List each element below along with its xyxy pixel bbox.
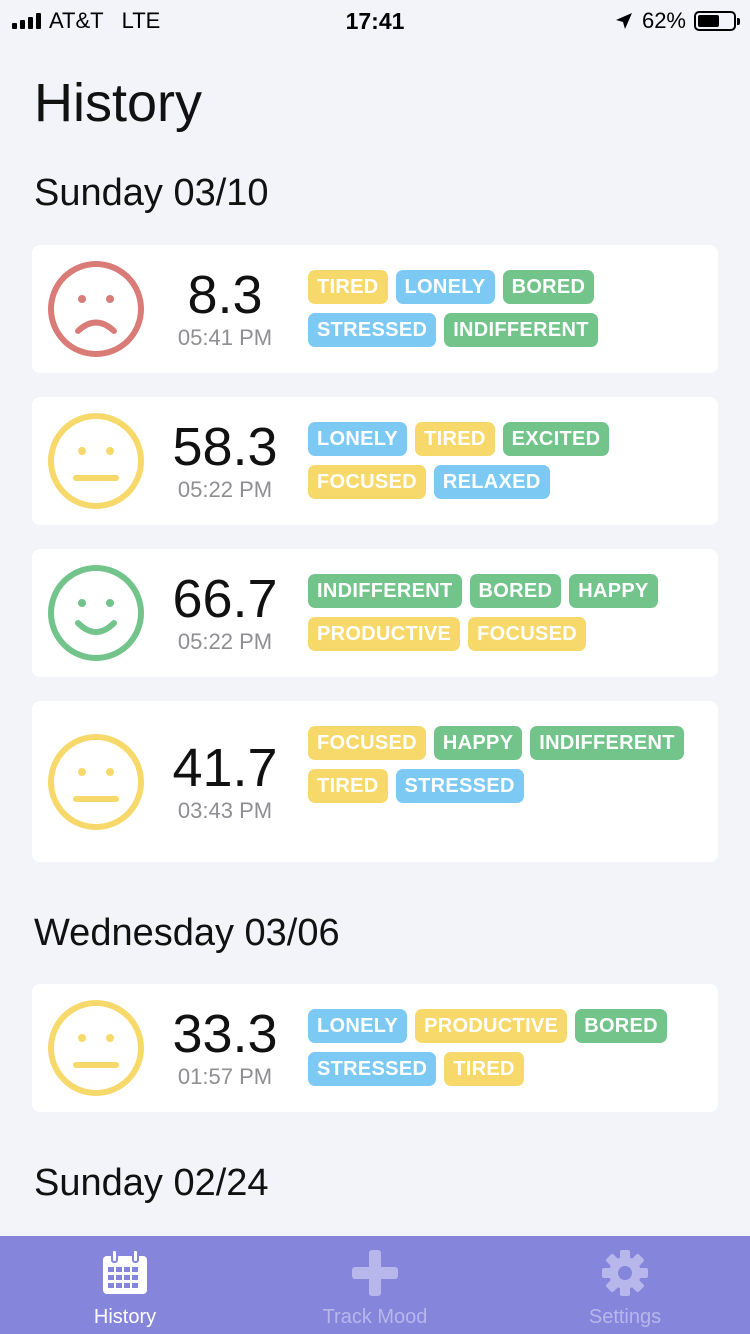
- mood-tags: FOCUSED HAPPY INDIFFERENT TIRED STRESSED: [308, 726, 708, 803]
- mood-face: [46, 411, 146, 511]
- neutral-face-icon: [48, 413, 144, 509]
- mood-tag: LONELY: [395, 270, 495, 304]
- calendar-icon: [103, 1249, 147, 1294]
- tab-track-mood-label: Track Mood: [322, 1306, 428, 1328]
- mood-tag: FOCUSED: [468, 617, 587, 651]
- mood-entry-card[interactable]: 58.3 05:22 PM LONELY TIRED EXCITED FOCUSED REL…: [32, 397, 718, 525]
- mood-score-value: 58.3: [172, 417, 278, 477]
- mood-tag: LONELY: [308, 1009, 408, 1043]
- mood-tag: INDIFFERENT: [308, 574, 462, 608]
- mood-score: 58.3 05:22 PM: [154, 419, 296, 503]
- mood-tag: TIRED: [308, 270, 388, 304]
- mood-score: 33.3 01:57 PM: [154, 1006, 296, 1090]
- mood-entry-time: 05:41 PM: [177, 325, 273, 350]
- page-title: History: [34, 73, 203, 133]
- battery-percent: 62%: [641, 8, 686, 33]
- tab-history[interactable]: History: [0, 1236, 250, 1334]
- plus-icon: [352, 1250, 398, 1296]
- tab-settings[interactable]: Settings: [500, 1236, 750, 1334]
- mood-score: 8.3 05:41 PM: [154, 267, 296, 351]
- mood-tag: BORED: [469, 574, 562, 608]
- mood-entry-card[interactable]: 66.7 05:22 PM INDIFFERENT BORED HAPPY PRODUCT…: [32, 549, 718, 677]
- mood-score: 41.7 03:43 PM: [154, 740, 296, 824]
- mood-tag: EXCITED: [502, 422, 610, 456]
- happy-face-icon: [48, 565, 144, 661]
- mood-entry-card[interactable]: 8.3 05:41 PM TIRED LONELY BORED STRESSED INDIF…: [32, 245, 718, 373]
- mood-tags: LONELY PRODUCTIVE BORED STRESSED TIRED: [308, 1009, 708, 1086]
- mood-face: [46, 732, 146, 832]
- battery-level: [698, 15, 719, 27]
- sad-face-icon: [48, 261, 144, 357]
- neutral-face-icon: [48, 1000, 144, 1096]
- mood-tag: BORED: [575, 1009, 667, 1043]
- mood-face: [46, 259, 146, 359]
- tab-track-mood[interactable]: Track Mood: [250, 1236, 500, 1334]
- tab-settings-label: Settings: [588, 1306, 662, 1328]
- status-bar: AT&T LTE 17:41 62%: [0, 0, 750, 40]
- battery-icon: [694, 11, 740, 31]
- mood-face: [46, 563, 146, 663]
- mood-score: 66.7 05:22 PM: [154, 571, 296, 655]
- mood-score-value: 8.3: [187, 265, 263, 325]
- mood-tag: PRODUCTIVE: [415, 1009, 568, 1043]
- mood-tag: STRESSED: [395, 769, 524, 803]
- mood-tag: BORED: [502, 270, 595, 304]
- mood-tag: HAPPY: [569, 574, 658, 608]
- mood-tags: TIRED LONELY BORED STRESSED INDIFFERENT: [308, 270, 708, 347]
- mood-tag: INDIFFERENT: [530, 726, 684, 760]
- mood-tag: HAPPY: [433, 726, 523, 760]
- mood-entry-card[interactable]: 41.7 03:43 PM FOCUSED HAPPY INDIFFERENT TIRED…: [32, 701, 718, 862]
- mood-tag: TIRED: [444, 1052, 524, 1086]
- gear-icon: [602, 1250, 648, 1296]
- mood-tag: FOCUSED: [308, 726, 426, 760]
- mood-tag: LONELY: [308, 422, 408, 456]
- mood-entry-card[interactable]: 33.3 01:57 PM LONELY PRODUCTIVE BORED STRESSE…: [32, 984, 718, 1112]
- mood-score-value: 41.7: [172, 737, 278, 798]
- mood-tag: STRESSED: [308, 313, 437, 347]
- tab-history-label: History: [93, 1306, 157, 1328]
- mood-entry-time: 01:57 PM: [177, 1064, 273, 1089]
- location-arrow-icon: [615, 13, 632, 29]
- mood-tag: PRODUCTIVE: [308, 617, 461, 651]
- section-title: Sunday 03/10: [34, 172, 269, 214]
- mood-tag: INDIFFERENT: [444, 313, 598, 347]
- mood-score-value: 66.7: [172, 569, 278, 629]
- section-title: Sunday 02/24: [34, 1162, 269, 1204]
- mood-tag: FOCUSED: [308, 465, 426, 499]
- mood-face: [46, 998, 146, 1098]
- status-bar-right: 62%: [614, 8, 740, 34]
- mood-tags: LONELY TIRED EXCITED FOCUSED RELAXED: [308, 422, 708, 499]
- neutral-face-icon: [48, 733, 144, 830]
- mood-tag: TIRED: [308, 769, 388, 803]
- mood-tag: STRESSED: [308, 1052, 437, 1086]
- mood-tag: TIRED: [415, 422, 495, 456]
- mood-entry-time: 05:22 PM: [177, 629, 273, 654]
- mood-entry-time: 03:43 PM: [177, 797, 273, 823]
- tab-bar: History Track Mood Settings: [0, 1236, 750, 1334]
- mood-entry-time: 05:22 PM: [177, 477, 273, 502]
- mood-score-value: 33.3: [172, 1004, 278, 1064]
- mood-tags: INDIFFERENT BORED HAPPY PRODUCTIVE FOCUSED: [308, 574, 708, 651]
- section-title: Wednesday 03/06: [34, 912, 340, 954]
- mood-tag: RELAXED: [433, 465, 550, 499]
